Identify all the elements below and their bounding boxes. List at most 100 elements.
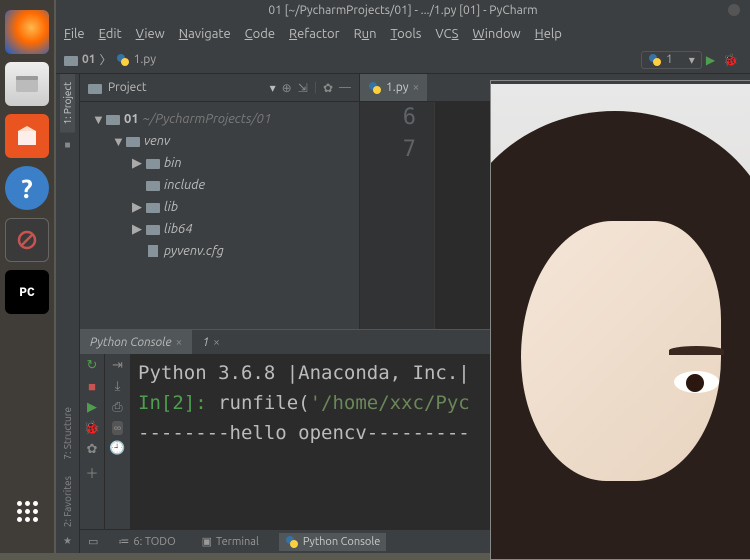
history-icon[interactable]: 🕘 [109, 441, 125, 456]
soft-wrap-icon[interactable]: ⇥ [112, 358, 123, 373]
settings-icon[interactable]: ✿ [87, 442, 98, 457]
expand-icon[interactable]: ⇲ [298, 81, 308, 95]
tree-root-name: 01 [124, 112, 139, 126]
close-icon[interactable]: × [176, 336, 183, 349]
console-tab-run[interactable]: 1 × [192, 330, 230, 354]
statusbar-todo[interactable]: ≔ 6: TODO [112, 533, 181, 550]
launcher-firefox[interactable] [5, 10, 49, 54]
debug-button[interactable]: 🐞 [723, 53, 738, 67]
tree-include[interactable]: include [84, 174, 355, 196]
run-button[interactable]: ▶ [706, 53, 715, 67]
run-icon[interactable]: ▶ [87, 400, 97, 415]
expand-icon[interactable]: ▶ [132, 200, 142, 215]
console-toolbar-1: ↻ ■ ▶ 🐞 ✿ ＋ [80, 354, 104, 529]
debug-icon[interactable]: 🐞 [84, 421, 100, 436]
menu-edit[interactable]: Edit [99, 27, 122, 41]
sidebar-tab-project[interactable]: 1: Project [60, 74, 75, 133]
tree-root[interactable]: ▼ 01 ~/PycharmProjects/01 [84, 108, 355, 130]
tree-label: include [164, 178, 205, 192]
tree-bin[interactable]: ▶ bin [84, 152, 355, 174]
menu-vcs[interactable]: VCS [435, 27, 458, 41]
folder-icon [64, 54, 78, 66]
collapse-icon[interactable]: ▼ [112, 134, 122, 149]
hide-icon[interactable]: — [339, 81, 351, 94]
line-number: 7 [360, 134, 416, 166]
navigation-bar: 01 〉 1.py 1 ▾ ▶ 🐞 [56, 46, 750, 74]
launcher-software[interactable] [5, 114, 49, 158]
minimize-button[interactable] [728, 4, 740, 16]
chevron-down-icon[interactable]: ▾ [270, 81, 276, 95]
folder-icon [106, 113, 120, 125]
launcher-apps[interactable] [5, 489, 49, 533]
tree-root-path: ~/PycharmProjects/01 [143, 112, 272, 126]
project-tool-window: Project ▾ ⊕ ⇲ | ✿ — ▼ 01 ~/PycharmPr [80, 74, 360, 329]
python-icon [285, 535, 299, 549]
tree-pyvenv[interactable]: pyvenv.cfg [84, 240, 355, 262]
launcher-screenshot[interactable] [5, 218, 49, 262]
sb-label: Python Console [303, 536, 380, 548]
gear-icon[interactable]: ✿ [323, 81, 333, 95]
status-show-icon[interactable]: ▭ [88, 535, 98, 548]
expand-icon[interactable]: ▶ [132, 222, 142, 237]
console-banner: Python 3.6.8 |Anaconda, Inc.| [138, 362, 470, 384]
menu-view[interactable]: View [136, 27, 165, 41]
menu-tools[interactable]: Tools [391, 27, 422, 41]
scroll-icon[interactable]: ⤓ [115, 379, 121, 394]
tab-label: Python Console [90, 336, 172, 349]
link-icon[interactable]: ∞ [112, 421, 124, 435]
launcher-pycharm[interactable]: PC [5, 270, 49, 314]
sidebar-tab-favorites[interactable]: 2: Favorites [60, 468, 75, 535]
collapse-icon[interactable]: ▼ [92, 112, 102, 127]
file-icon [146, 244, 160, 258]
statusbar-pyconsole[interactable]: Python Console [279, 533, 386, 551]
folder-icon [146, 157, 160, 169]
console-tab-python[interactable]: Python Console × [80, 330, 192, 354]
console-toolbar-2: ⇥ ⤓ ⎙ ∞ 🕘 [104, 354, 130, 529]
folder-icon [146, 223, 160, 235]
close-icon[interactable]: × [213, 336, 220, 349]
statusbar-terminal[interactable]: ▣ Terminal [196, 533, 265, 550]
add-icon[interactable]: ＋ [85, 463, 98, 482]
console-cmd: runfile( [218, 392, 310, 414]
bookmark-icon[interactable]: ■ [64, 139, 70, 151]
python-file-icon [368, 81, 382, 95]
tree-lib64[interactable]: ▶ lib64 [84, 218, 355, 240]
menu-file[interactable]: File [64, 27, 85, 41]
launcher-help[interactable]: ? [5, 166, 49, 210]
divider: | [314, 81, 317, 94]
run-config-selector[interactable]: 1 ▾ [641, 51, 702, 69]
folder-icon [88, 82, 102, 94]
star-icon: ★ [63, 535, 72, 547]
menu-window[interactable]: Window [472, 27, 520, 41]
menubar: File Edit View Navigate Code Refactor Ru… [56, 22, 750, 46]
rerun-icon[interactable]: ↻ [87, 358, 98, 373]
project-tree: ▼ 01 ~/PycharmProjects/01 ▼ venv ▶ [80, 102, 359, 329]
line-gutter: 6 7 [360, 102, 435, 329]
editor-tab-label: 1.py [386, 81, 409, 94]
editor-tab-file[interactable]: 1.py × [360, 74, 427, 101]
print-icon[interactable]: ⎙ [112, 400, 122, 415]
breadcrumb[interactable]: 01 〉 1.py [64, 51, 156, 68]
left-gutter: 1: Project ■ 7: Structure 2: Favorites ★ [56, 74, 80, 553]
menu-navigate[interactable]: Navigate [179, 27, 231, 41]
chevron-right-icon: 〉 [100, 51, 112, 68]
sidebar-tab-structure[interactable]: 7: Structure [60, 399, 75, 468]
crumb-file: 1.py [134, 53, 157, 66]
expand-icon[interactable]: ▶ [132, 156, 142, 171]
line-number: 6 [360, 102, 416, 134]
console-prompt: In[2]: [138, 392, 218, 414]
stop-icon[interactable]: ■ [88, 379, 96, 394]
menu-help[interactable]: Help [535, 27, 562, 41]
menu-run[interactable]: Run [354, 27, 377, 41]
tree-venv[interactable]: ▼ venv [84, 130, 355, 152]
console-arg: '/home/xxc/Pyc [310, 392, 470, 414]
locate-icon[interactable]: ⊕ [282, 81, 292, 95]
launcher-files[interactable] [5, 62, 49, 106]
image-preview-window[interactable] [490, 80, 750, 560]
os-launcher: ? PC [0, 0, 54, 553]
close-icon[interactable]: × [413, 81, 420, 94]
window-titlebar: 01 [~/PycharmProjects/01] - .../1.py [01… [56, 0, 750, 22]
menu-refactor[interactable]: Refactor [289, 27, 340, 41]
tree-lib[interactable]: ▶ lib [84, 196, 355, 218]
menu-code[interactable]: Code [245, 27, 275, 41]
